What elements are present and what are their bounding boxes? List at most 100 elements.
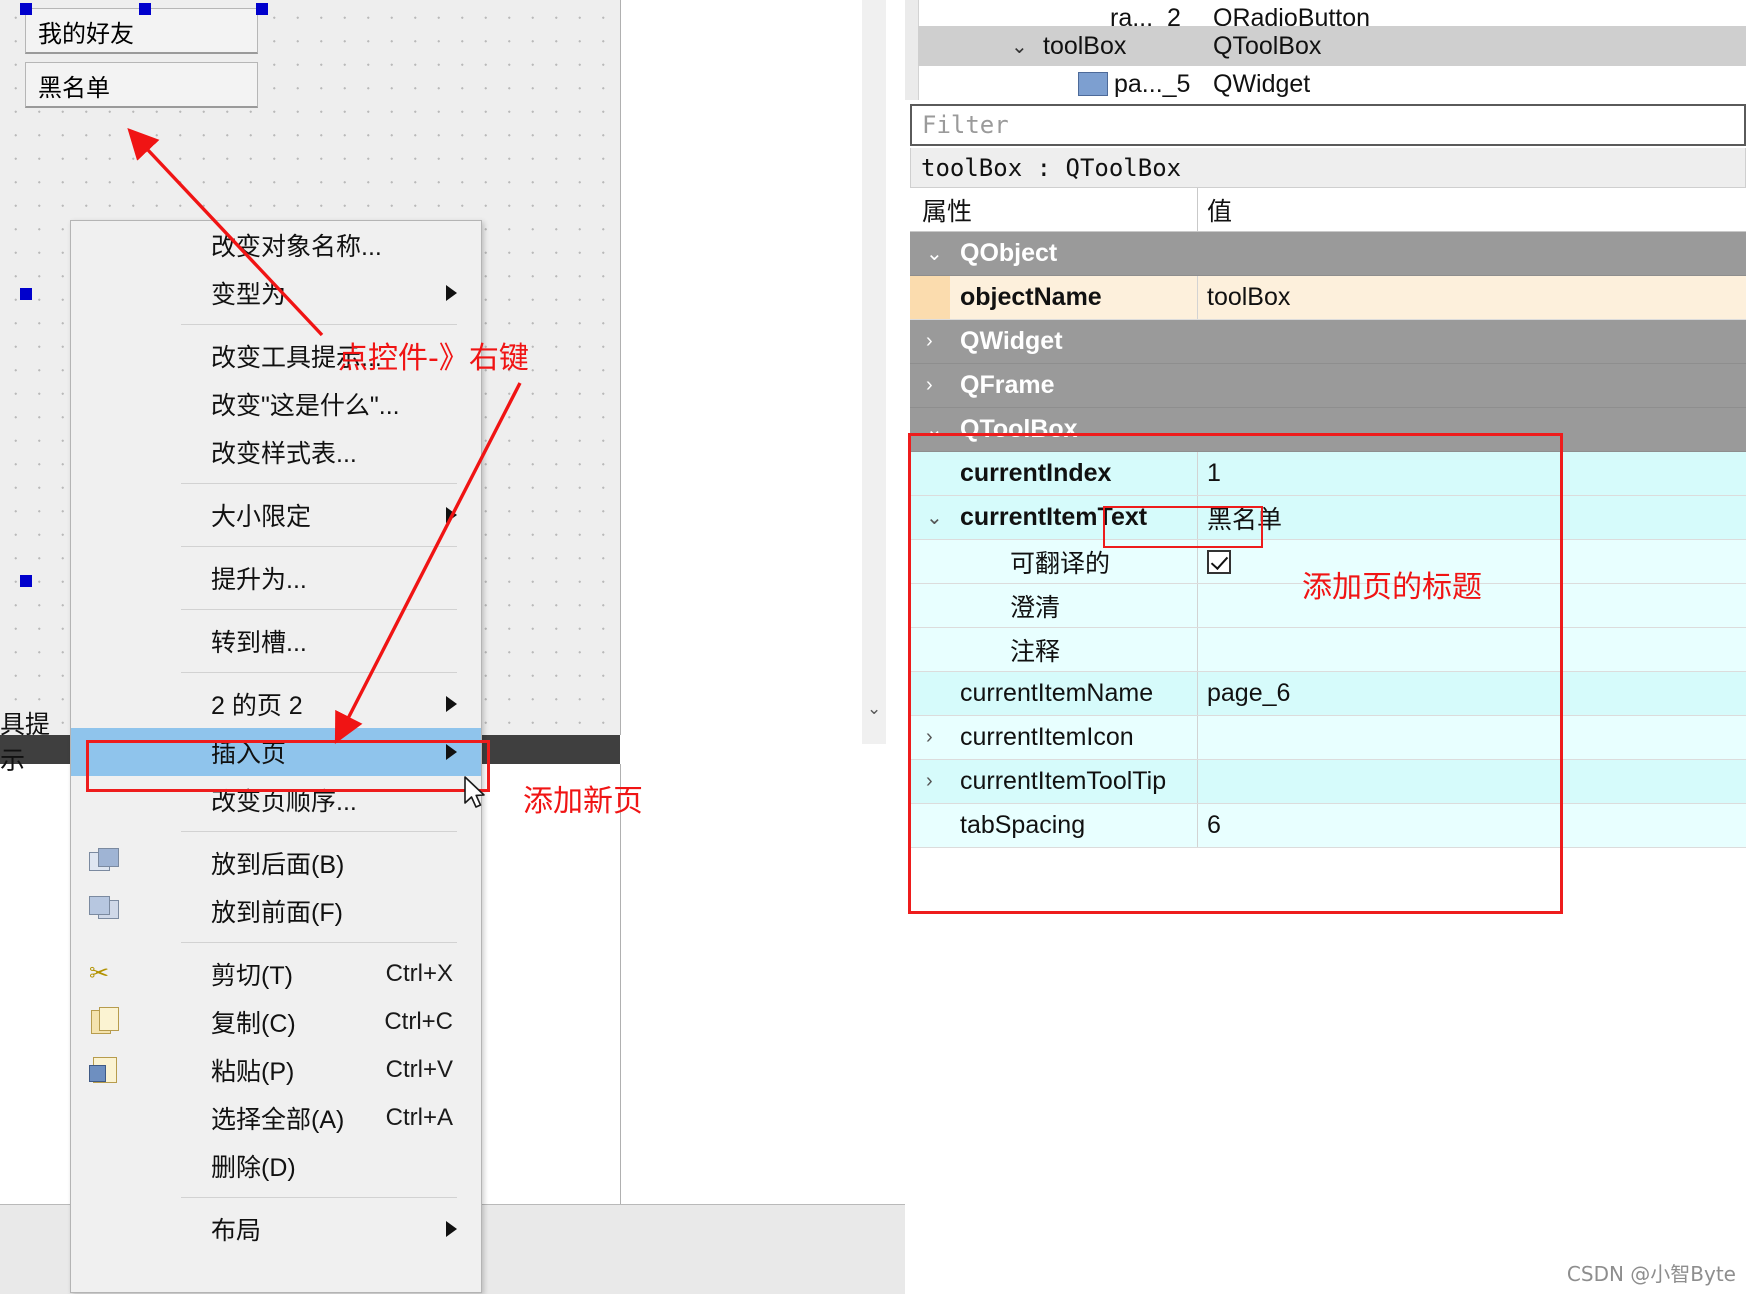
property-row-objectName[interactable]: objectName toolBox	[910, 276, 1746, 320]
tree-item-class: QToolBox	[1213, 31, 1322, 60]
selection-handle[interactable]	[139, 3, 151, 15]
tree-row-toolbox[interactable]: ⌄ toolBox QToolBox	[918, 26, 1746, 66]
menu-item-label: 选择全部(A)	[211, 1106, 345, 1134]
menu-item-label: 提升为...	[211, 566, 307, 594]
menu-item-label: 放到前面(F)	[211, 899, 343, 927]
property-name: QObject	[960, 239, 1058, 267]
paste-icon	[89, 1055, 121, 1085]
selection-handle[interactable]	[20, 575, 32, 587]
menu-item-shortcut: Ctrl+V	[385, 1056, 453, 1083]
selected-object-label: toolBox : QToolBox	[921, 153, 1182, 182]
selection-handle[interactable]	[20, 288, 32, 300]
menu-item-label: 变型为	[211, 281, 287, 309]
selection-handle[interactable]	[20, 3, 32, 15]
menu-item-24[interactable]: 删除(D)	[71, 1142, 481, 1190]
menu-item-label: 2 的页 2	[211, 692, 303, 720]
chevron-right-icon	[446, 696, 457, 712]
property-name: objectName	[960, 283, 1102, 311]
property-name: QWidget	[960, 327, 1063, 355]
menu-item-13[interactable]: 2 的页 2	[71, 680, 481, 728]
chevron-right-icon	[446, 285, 457, 301]
menu-item-shortcut: Ctrl+C	[384, 1008, 453, 1035]
property-value[interactable]: toolBox	[1207, 283, 1290, 312]
column-divider	[1197, 232, 1198, 275]
annotation-box-insert-page	[86, 740, 490, 792]
send-to-back-icon	[89, 848, 121, 878]
menu-item-label: 改变样式表...	[211, 440, 357, 468]
object-inspector[interactable]: ra..._2 QRadioButton ⌄ toolBox QToolBox …	[905, 0, 1746, 100]
menu-item-label: 粘贴(P)	[211, 1058, 295, 1086]
menu-item-label: 剪切(T)	[211, 962, 293, 990]
menu-item-shortcut: Ctrl+X	[385, 960, 453, 987]
tree-item-class: QWidget	[1213, 69, 1311, 98]
chevron-down-icon[interactable]: ⌄	[926, 241, 943, 266]
chevron-down-icon[interactable]: ⌄	[1011, 34, 1028, 59]
property-row-QObject[interactable]: ⌄ QObject	[910, 232, 1746, 276]
column-divider	[1197, 320, 1198, 363]
menu-separator	[181, 483, 457, 484]
column-divider	[1197, 276, 1198, 319]
tree-row[interactable]: pa..._5 QWidget	[918, 64, 1746, 100]
menu-item-7[interactable]: 大小限定	[71, 491, 481, 539]
annotation-box-toolbox-properties	[908, 433, 1563, 914]
menu-separator	[181, 672, 457, 673]
menu-separator	[181, 546, 457, 547]
menu-item-label: 转到槽...	[211, 629, 307, 657]
menu-item-17[interactable]: 放到后面(B)	[71, 839, 481, 887]
filter-input[interactable]: Filter	[910, 104, 1746, 146]
menu-separator	[181, 324, 457, 325]
chevron-right-icon	[446, 507, 457, 523]
menu-item-11[interactable]: 转到槽...	[71, 617, 481, 665]
copy-icon	[89, 1007, 121, 1037]
menu-item-1[interactable]: 变型为	[71, 269, 481, 317]
menu-separator	[181, 942, 457, 943]
column-header-property: 属性	[922, 197, 973, 226]
mouse-cursor-icon	[464, 776, 485, 808]
property-name: QFrame	[960, 371, 1055, 399]
watermark: CSDN @小智Byte	[1566, 1262, 1736, 1286]
tooltip-strip-label: 具提示	[0, 711, 51, 775]
object-inspector-scrollbar[interactable]	[905, 0, 919, 100]
menu-item-23[interactable]: 选择全部(A) Ctrl+A	[71, 1094, 481, 1142]
property-row-QFrame[interactable]: › QFrame	[910, 364, 1746, 408]
menu-item-4[interactable]: 改变"这是什么"...	[71, 380, 481, 428]
canvas-vertical-scrollbar[interactable]: ⌄	[862, 0, 1746, 744]
menu-item-20[interactable]: ✂ 剪切(T) Ctrl+X	[71, 950, 481, 998]
tree-item-name: pa..._5	[1114, 69, 1191, 98]
menu-item-shortcut: Ctrl+A	[385, 1104, 453, 1131]
menu-item-9[interactable]: 提升为...	[71, 554, 481, 602]
selected-object-header: toolBox : QToolBox	[910, 148, 1746, 188]
property-table-header: 属性 值	[910, 188, 1746, 232]
page-icon	[1078, 72, 1108, 96]
chevron-right-icon[interactable]: ›	[926, 374, 933, 397]
menu-item-label: 改变"这是什么"...	[211, 392, 400, 420]
property-row-QWidget[interactable]: › QWidget	[910, 320, 1746, 364]
menu-item-label: 布局	[211, 1217, 262, 1245]
menu-separator	[181, 1197, 457, 1198]
annotation-add-page-title: 添加页的标题	[1302, 570, 1482, 605]
menu-item-18[interactable]: 放到前面(F)	[71, 887, 481, 935]
menu-separator	[181, 609, 457, 610]
chevron-right-icon[interactable]: ›	[926, 330, 933, 353]
cut-icon: ✂	[89, 960, 110, 987]
column-divider	[1197, 364, 1198, 407]
menu-item-26[interactable]: 布局	[71, 1205, 481, 1253]
toolbox-tab-label: 我的好友	[38, 21, 134, 48]
property-row-marker	[910, 276, 950, 319]
filter-placeholder: Filter	[922, 111, 1009, 139]
toolbox-tab-blacklist[interactable]: 黑名单	[25, 62, 258, 108]
annotation-click-widget-right-click: 点控件-》右键	[338, 341, 529, 376]
menu-item-0[interactable]: 改变对象名称...	[71, 221, 481, 269]
selection-handle[interactable]	[256, 3, 268, 15]
chevron-down-icon[interactable]: ⌄	[867, 700, 881, 717]
menu-item-5[interactable]: 改变样式表...	[71, 428, 481, 476]
bring-to-front-icon	[89, 896, 121, 926]
menu-item-label: 删除(D)	[211, 1154, 296, 1182]
menu-item-label: 大小限定	[211, 503, 312, 531]
column-header-value: 值	[1207, 197, 1233, 226]
menu-item-label: 放到后面(B)	[211, 851, 345, 879]
chevron-right-icon	[446, 1221, 457, 1237]
menu-item-21[interactable]: 复制(C) Ctrl+C	[71, 998, 481, 1046]
menu-item-22[interactable]: 粘贴(P) Ctrl+V	[71, 1046, 481, 1094]
annotation-add-new-page: 添加新页	[523, 784, 643, 819]
